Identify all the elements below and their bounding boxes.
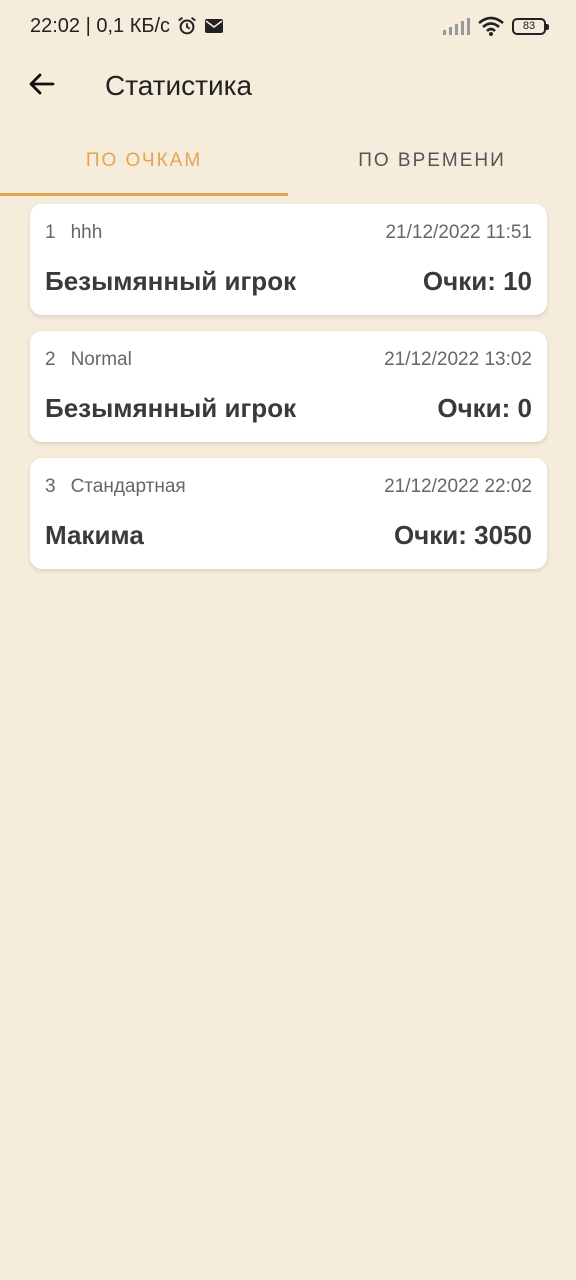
status-time-speed: 22:02 | 0,1 КБ/с (30, 14, 171, 37)
active-tab-indicator (0, 193, 288, 196)
record-player: Безымянный игрок (45, 266, 297, 296)
app-bar: Статистика (0, 52, 576, 120)
record-score: Очки: 10 (422, 266, 532, 296)
records-list: 1 hhh 21/12/2022 11:51 Безымянный игрок … (30, 204, 547, 585)
record-rank: 2 (45, 349, 56, 370)
record-player: Безымянный игрок (45, 393, 297, 423)
tab-label: ПО ВРЕМЕНИ (358, 150, 506, 171)
tab-bar: ПО ОЧКАМ ПО ВРЕМЕНИ (0, 126, 576, 196)
status-right: 83 (442, 16, 549, 36)
record-date: 21/12/2022 11:51 (385, 222, 532, 243)
tab-by-points[interactable]: ПО ОЧКАМ (0, 126, 288, 196)
tab-by-time[interactable]: ПО ВРЕМЕНИ (288, 126, 576, 196)
record-player: Макима (45, 520, 144, 550)
battery-icon: 83 (512, 17, 549, 35)
record-mode: Стандартная (70, 476, 186, 497)
tab-label: ПО ОЧКАМ (85, 150, 203, 171)
page-title: Статистика (105, 70, 253, 101)
record-score: Очки: 0 (437, 393, 532, 423)
arrow-left-icon (27, 72, 55, 101)
record-mode: Normal (70, 349, 132, 370)
wifi-icon (478, 16, 504, 36)
mail-icon (204, 18, 224, 34)
signal-icon (442, 16, 470, 36)
back-button[interactable] (13, 58, 69, 114)
record-score: Очки: 3050 (393, 520, 532, 550)
record-date: 21/12/2022 13:02 (384, 349, 532, 370)
list-item[interactable]: 1 hhh 21/12/2022 11:51 Безымянный игрок … (30, 204, 547, 315)
list-item[interactable]: 3 Стандартная 21/12/2022 22:02 Макима Оч… (30, 458, 547, 569)
alarm-icon (176, 15, 198, 37)
record-date: 21/12/2022 22:02 (384, 476, 532, 497)
record-rank: 3 (45, 476, 56, 497)
record-mode: hhh (70, 222, 103, 243)
status-left: 22:02 | 0,1 КБ/с (30, 15, 224, 38)
list-item[interactable]: 2 Normal 21/12/2022 13:02 Безымянный игр… (30, 331, 547, 442)
status-bar: 22:02 | 0,1 КБ/с 83 (0, 0, 576, 52)
battery-level: 83 (522, 20, 536, 32)
record-rank: 1 (45, 222, 56, 243)
